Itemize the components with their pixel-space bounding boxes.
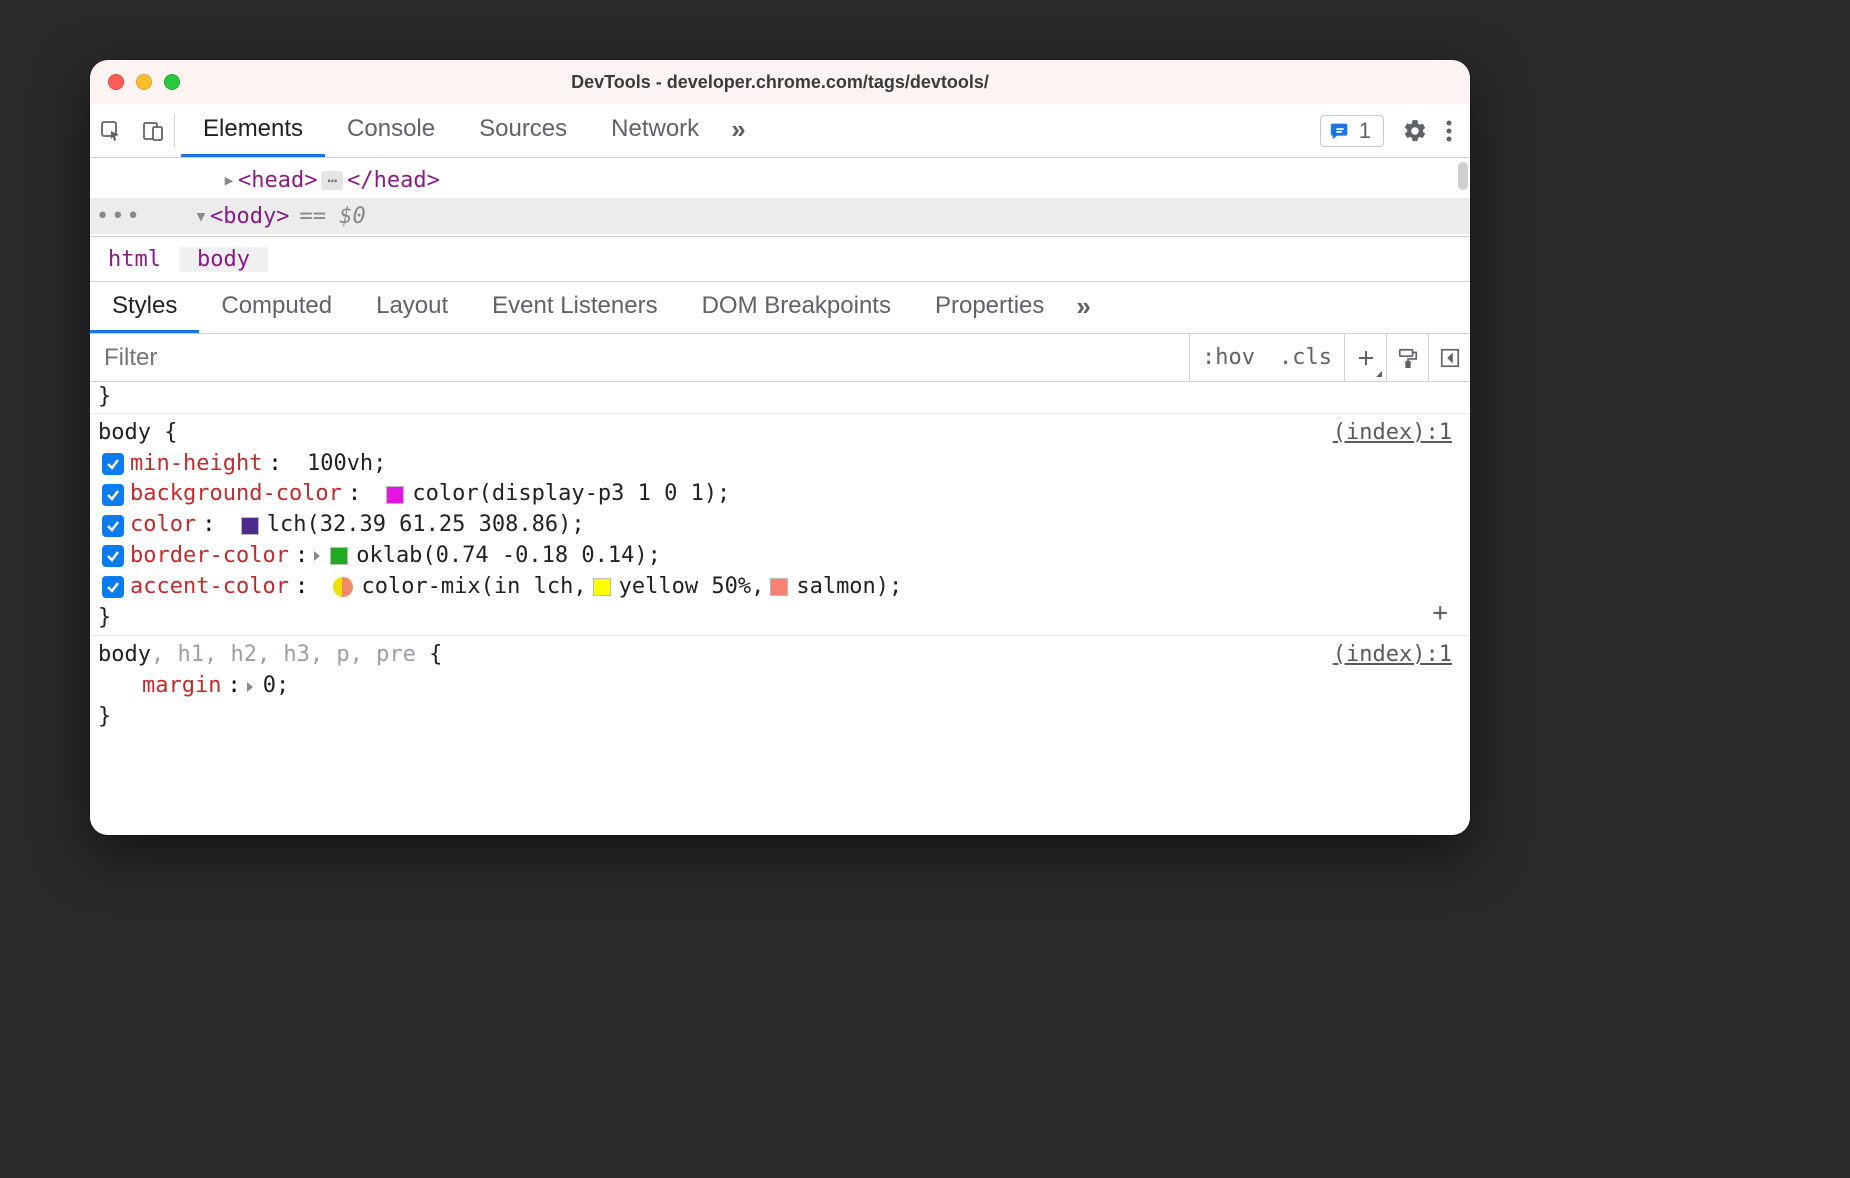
prop-background-color[interactable]: background-color: color(display-p3 1 0 1… bbox=[98, 479, 1462, 510]
settings-gear-icon[interactable] bbox=[1402, 118, 1428, 144]
device-toolbar-icon[interactable] bbox=[132, 104, 174, 157]
expand-triangle-icon[interactable] bbox=[314, 551, 320, 561]
breadcrumb: html body bbox=[90, 236, 1470, 282]
prop-toggle-checkbox[interactable] bbox=[102, 484, 124, 506]
dom-head-close: </head> bbox=[347, 168, 440, 193]
expand-triangle-icon[interactable] bbox=[247, 682, 253, 692]
minimize-window-button[interactable] bbox=[136, 74, 152, 90]
tab-computed[interactable]: Computed bbox=[199, 282, 354, 333]
close-window-button[interactable] bbox=[108, 74, 124, 90]
panel-tabs: Elements Console Sources Network » bbox=[181, 104, 756, 157]
tab-dom-breakpoints[interactable]: DOM Breakpoints bbox=[680, 282, 913, 333]
prop-accent-color[interactable]: accent-color: color-mix(in lch, yellow 5… bbox=[98, 572, 1462, 603]
color-swatch-icon[interactable] bbox=[330, 547, 348, 565]
dom-head-open: <head> bbox=[238, 168, 317, 193]
style-rule-body[interactable]: body { (index):1 min-height: 100vh; back… bbox=[90, 413, 1470, 636]
dom-tree[interactable]: ▸ <head> ⋯ </head> ••• ▾ <body> == $0 bbox=[90, 158, 1470, 236]
tab-event-listeners[interactable]: Event Listeners bbox=[470, 282, 679, 333]
issues-badge[interactable]: 1 bbox=[1320, 115, 1384, 147]
styles-toolbar: :hov .cls bbox=[90, 334, 1470, 382]
tab-elements[interactable]: Elements bbox=[181, 104, 325, 157]
tab-console[interactable]: Console bbox=[325, 104, 457, 157]
cls-toggle[interactable]: .cls bbox=[1267, 345, 1344, 370]
devtools-window: DevTools - developer.chrome.com/tags/dev… bbox=[90, 60, 1470, 835]
breadcrumb-body[interactable]: body bbox=[179, 247, 268, 272]
dom-node-head[interactable]: ▸ <head> ⋯ </head> bbox=[90, 162, 1470, 198]
rule2-selector[interactable]: body, h1, h2, h3, p, pre bbox=[98, 640, 416, 671]
paint-roller-icon[interactable] bbox=[1386, 334, 1428, 381]
dom-eq0-label: == $0 bbox=[299, 204, 365, 229]
kebab-menu-icon[interactable] bbox=[1446, 119, 1452, 143]
title-bar: DevTools - developer.chrome.com/tags/dev… bbox=[90, 60, 1470, 104]
main-toolbar: Elements Console Sources Network » 1 bbox=[90, 104, 1470, 158]
tab-sources[interactable]: Sources bbox=[457, 104, 589, 157]
rule1-selector[interactable]: body bbox=[98, 418, 151, 449]
styles-pane[interactable]: } body { (index):1 min-height: 100vh; ba… bbox=[90, 382, 1470, 835]
collapsed-ellipsis-icon[interactable]: ⋯ bbox=[321, 171, 343, 190]
scrollbar-thumb[interactable] bbox=[1458, 162, 1468, 190]
prop-toggle-checkbox[interactable] bbox=[102, 576, 124, 598]
computed-panel-toggle-icon[interactable] bbox=[1428, 334, 1470, 381]
color-mix-swatch-icon[interactable] bbox=[333, 577, 353, 597]
traffic-lights bbox=[108, 74, 180, 90]
prop-border-color[interactable]: border-color: oklab(0.74 -0.18 0.14); bbox=[98, 541, 1462, 572]
prop-toggle-checkbox[interactable] bbox=[102, 545, 124, 567]
tab-layout[interactable]: Layout bbox=[354, 282, 470, 333]
rule2-source-link[interactable]: (index):1 bbox=[1333, 640, 1462, 671]
window-title: DevTools - developer.chrome.com/tags/dev… bbox=[90, 72, 1470, 93]
new-style-rule-icon[interactable] bbox=[1344, 334, 1386, 381]
color-swatch-icon[interactable] bbox=[241, 517, 259, 535]
issues-count: 1 bbox=[1359, 118, 1371, 144]
color-swatch-icon[interactable] bbox=[770, 578, 788, 596]
tab-overflow-icon[interactable]: » bbox=[721, 104, 755, 157]
tab-network[interactable]: Network bbox=[589, 104, 721, 157]
hov-toggle[interactable]: :hov bbox=[1190, 345, 1267, 370]
prop-margin[interactable]: margin: 0; bbox=[98, 671, 1462, 702]
add-property-plus-icon[interactable]: + bbox=[1432, 595, 1448, 631]
tab-styles[interactable]: Styles bbox=[90, 282, 199, 333]
style-rule-body-group[interactable]: body, h1, h2, h3, p, pre { (index):1 mar… bbox=[90, 635, 1470, 734]
styles-filter-input[interactable] bbox=[90, 334, 1190, 381]
prop-toggle-checkbox[interactable] bbox=[102, 453, 124, 475]
prop-min-height[interactable]: min-height: 100vh; bbox=[98, 449, 1462, 480]
fullscreen-window-button[interactable] bbox=[164, 74, 180, 90]
inspect-element-icon[interactable] bbox=[90, 104, 132, 157]
color-swatch-icon[interactable] bbox=[386, 486, 404, 504]
tab-properties[interactable]: Properties bbox=[913, 282, 1066, 333]
dom-node-body-selected[interactable]: ••• ▾ <body> == $0 bbox=[90, 198, 1470, 234]
breadcrumb-html[interactable]: html bbox=[90, 247, 179, 272]
prev-rule-closing-brace: } bbox=[90, 382, 1470, 413]
prop-toggle-checkbox[interactable] bbox=[102, 515, 124, 537]
color-swatch-icon[interactable] bbox=[593, 578, 611, 596]
sidebar-tab-overflow-icon[interactable]: » bbox=[1066, 282, 1100, 333]
styles-sidebar-tabs: Styles Computed Layout Event Listeners D… bbox=[90, 282, 1470, 334]
rule1-source-link[interactable]: (index):1 bbox=[1333, 418, 1462, 449]
dom-body-open: <body> bbox=[210, 204, 289, 229]
dom-overflow-dots-icon[interactable]: ••• bbox=[96, 204, 142, 229]
prop-color[interactable]: color: lch(32.39 61.25 308.86); bbox=[98, 510, 1462, 541]
